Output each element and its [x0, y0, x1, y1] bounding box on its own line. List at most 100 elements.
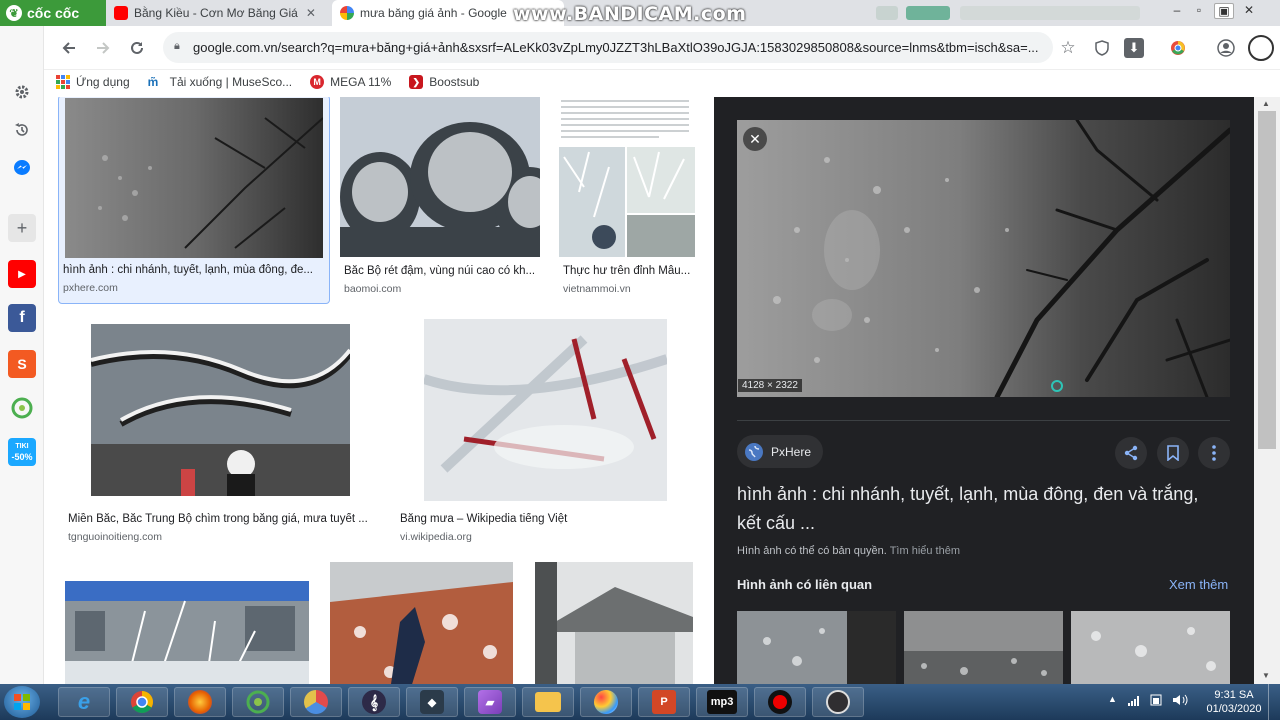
result-thumbnail[interactable]	[559, 97, 695, 257]
result-card[interactable]: Bắc Bộ rét đậm, vùng núi cao có kh... ba…	[340, 97, 540, 302]
bookmark-musescore[interactable]: m̃ Tải xuống | MuseSco...	[148, 75, 293, 89]
result-thumbnail[interactable]	[330, 562, 513, 684]
add-icon[interactable]: +	[8, 214, 36, 242]
result-source: pxhere.com	[63, 282, 118, 294]
powerpoint-icon[interactable]: P	[638, 687, 690, 717]
result-thumbnail[interactable]	[65, 98, 323, 258]
filmora-icon[interactable]: ◆	[406, 687, 458, 717]
result-thumbnail[interactable]	[340, 97, 540, 257]
bookmark-label: Tải xuống | MuseSco...	[169, 75, 293, 89]
history-icon[interactable]	[8, 116, 36, 144]
bookmark-mega[interactable]: M MEGA 11%	[310, 75, 391, 89]
tab-close-icon[interactable]: ✕	[306, 6, 316, 20]
browser-logo[interactable]: ❦ cốc cốc	[0, 0, 106, 26]
download-icon[interactable]: ⬇	[1124, 38, 1144, 58]
result-card[interactable]	[535, 561, 695, 684]
result-thumbnail[interactable]	[91, 324, 350, 496]
firefox-icon[interactable]	[174, 687, 226, 717]
coccoc-icon[interactable]	[232, 687, 284, 717]
scroll-down-icon[interactable]: ▼	[1262, 671, 1270, 680]
volume-icon[interactable]	[1172, 694, 1188, 709]
scroll-up-icon[interactable]: ▲	[1262, 99, 1270, 108]
address-bar[interactable]: 🔒︎ google.com.vn/search?q=mưa+băng+giá+ả…	[163, 32, 1053, 63]
source-name: PxHere	[771, 444, 812, 459]
result-card[interactable]	[64, 561, 310, 684]
mp3-cutter-icon[interactable]: mp3	[696, 687, 748, 717]
close-preview-button[interactable]: ✕	[743, 127, 767, 151]
davinci-resolve-icon[interactable]	[290, 687, 342, 717]
result-card[interactable]: hình ảnh : chi nhánh, tuyết, lạnh, mùa đ…	[58, 97, 330, 304]
browser-toolbar: 🔒︎ google.com.vn/search?q=mưa+băng+giá+ả…	[0, 26, 1280, 70]
bookmark-boostsub[interactable]: ❯ Boostsub	[409, 75, 479, 89]
learn-more-link[interactable]: Tìm hiểu thêm	[890, 545, 960, 557]
bandicam-watermark: www.BANDICAM.com	[513, 3, 747, 25]
onenote-icon[interactable]: ▰	[464, 687, 516, 717]
preview-image[interactable]	[737, 120, 1230, 397]
chrome-icon[interactable]	[116, 687, 168, 717]
shopee-icon[interactable]: S	[8, 350, 36, 378]
bookmark-apps[interactable]: Ứng dụng	[56, 75, 130, 89]
result-caption[interactable]: Bắc Bộ rét đậm, vùng núi cao có kh...	[344, 265, 540, 277]
result-thumbnail[interactable]	[424, 319, 667, 501]
see-more-link[interactable]: Xem thêm	[1169, 577, 1228, 592]
back-icon[interactable]	[57, 36, 81, 60]
network-signal-icon[interactable]	[1128, 694, 1142, 709]
more-options-icon[interactable]	[1198, 437, 1230, 469]
close-window-button[interactable]: ✕	[1240, 3, 1258, 17]
settings-icon[interactable]	[8, 78, 36, 106]
page-scrollbar[interactable]: ▲ ▼	[1254, 97, 1280, 684]
share-icon[interactable]	[1115, 437, 1147, 469]
forward-icon[interactable]	[91, 36, 115, 60]
result-caption[interactable]: hình ảnh : chi nhánh, tuyết, lạnh, mùa đ…	[63, 264, 319, 276]
minimize-button[interactable]: –	[1168, 3, 1186, 17]
restore-button[interactable]: ▣	[1214, 3, 1234, 19]
tiki-icon[interactable]: TIKI -50%	[8, 438, 36, 466]
clock-date: 01/03/2020	[1206, 703, 1262, 715]
divider	[737, 420, 1230, 421]
battery-icon[interactable]	[1150, 694, 1164, 709]
result-card[interactable]: Miền Bắc, Bắc Trung Bộ chìm trong băng g…	[64, 317, 378, 543]
paint-icon[interactable]	[580, 687, 632, 717]
messenger-icon[interactable]	[8, 154, 36, 182]
system-clock[interactable]: 9:31 SA 01/03/2020	[1206, 688, 1262, 716]
boostsub-icon: ❯	[409, 75, 424, 89]
reload-icon[interactable]	[125, 36, 149, 60]
result-source: vietnammoi.vn	[563, 283, 631, 295]
shield-icon[interactable]	[1090, 36, 1114, 60]
result-card[interactable]	[330, 561, 514, 684]
chrome-extension-icon[interactable]	[1166, 36, 1190, 60]
result-thumbnail[interactable]	[65, 581, 309, 684]
save-bookmark-icon[interactable]	[1157, 437, 1189, 469]
result-thumbnail[interactable]	[535, 562, 693, 684]
internet-explorer-icon[interactable]: e	[58, 687, 110, 717]
source-badge[interactable]: PxHere	[737, 435, 824, 468]
windows-taskbar: e 𝄞 ◆ ▰ P mp3 ▲ 9:31 SA 01/03/2020	[0, 684, 1280, 720]
bandicam-record-icon[interactable]	[754, 687, 806, 717]
bookmark-star-icon[interactable]: ☆	[1056, 36, 1080, 60]
scrollbar-thumb[interactable]	[1258, 111, 1276, 449]
tray-overflow-icon[interactable]: ▲	[1108, 694, 1117, 704]
maximize-button[interactable]: ▫	[1190, 3, 1208, 17]
preview-title[interactable]: hình ảnh : chi nhánh, tuyết, lạnh, mùa đ…	[737, 480, 1227, 538]
obs-icon[interactable]	[812, 687, 864, 717]
related-image[interactable]	[737, 611, 896, 684]
show-desktop-button[interactable]	[1268, 684, 1280, 720]
musescore-icon: m̃	[147, 75, 159, 89]
file-explorer-icon[interactable]	[522, 687, 574, 717]
result-caption[interactable]: Băng mưa – Wikipedia tiếng Việt	[400, 513, 690, 525]
result-caption[interactable]: Thực hư trên đỉnh Mẫu...	[563, 265, 697, 277]
result-caption[interactable]: Miền Bắc, Bắc Trung Bộ chìm trong băng g…	[68, 513, 374, 525]
youtube-icon[interactable]: ▶	[8, 260, 36, 288]
result-source: tgnguoinoitieng.com	[68, 531, 162, 543]
facebook-icon[interactable]: f	[8, 304, 36, 332]
related-image[interactable]	[1071, 611, 1230, 684]
tab-youtube[interactable]: Bằng Kiều - Cơn Mơ Băng Giá ✕	[106, 0, 332, 26]
result-card[interactable]: Thực hư trên đỉnh Mẫu... vietnammoi.vn	[559, 97, 697, 302]
result-card[interactable]: Băng mưa – Wikipedia tiếng Việt vi.wikip…	[396, 317, 696, 543]
account-icon[interactable]	[1214, 36, 1238, 60]
musescore-icon[interactable]: 𝄞	[348, 687, 400, 717]
related-image[interactable]	[904, 611, 1063, 684]
coccoc-music-icon[interactable]	[8, 394, 36, 422]
start-button[interactable]	[4, 686, 40, 718]
profile-avatar[interactable]	[1248, 35, 1274, 61]
